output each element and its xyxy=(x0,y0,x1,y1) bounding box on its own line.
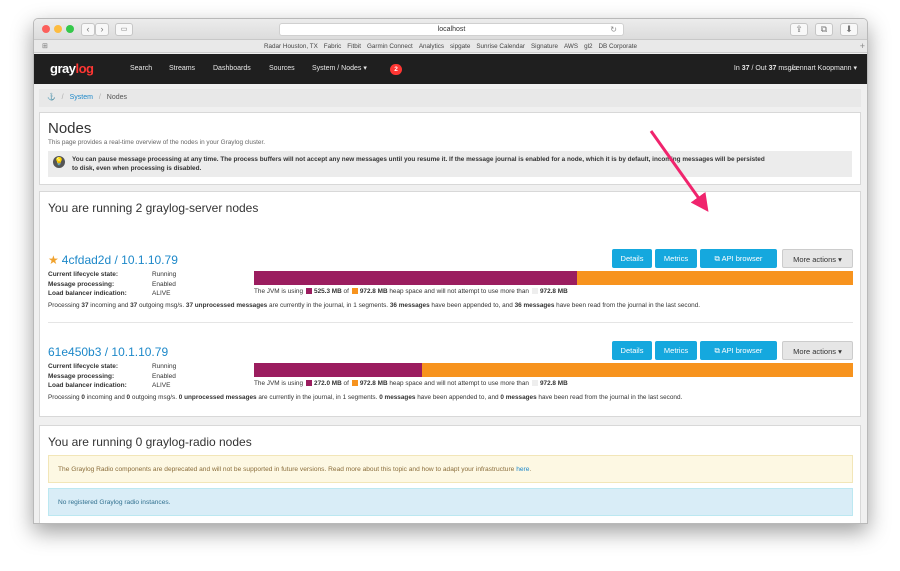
bookmark-item[interactable]: AWS xyxy=(564,43,578,50)
star-icon: ★ xyxy=(48,253,59,267)
server-nodes-title: You are running 2 graylog-server nodes xyxy=(48,201,259,215)
radio-nodes-title: You are running 0 graylog-radio nodes xyxy=(48,435,252,449)
used-swatch-icon xyxy=(306,380,313,387)
bookmark-item[interactable]: Sunrise Calendar xyxy=(476,43,525,50)
warning-link[interactable]: here xyxy=(516,466,529,473)
minimize-window-icon[interactable] xyxy=(54,25,62,33)
nav-sources[interactable]: Sources xyxy=(269,54,295,84)
heap-used-fill xyxy=(254,363,422,377)
bookmark-item[interactable]: Fabric xyxy=(324,43,342,50)
bookmark-item[interactable]: Analytics xyxy=(419,43,444,50)
heap-used-fill xyxy=(254,271,578,285)
node-divider xyxy=(48,322,853,323)
metrics-button[interactable]: Metrics xyxy=(655,249,697,268)
committed-swatch-icon xyxy=(351,288,358,295)
max-swatch-icon xyxy=(531,288,538,295)
heap-usage-bar xyxy=(254,271,853,285)
no-radio-info: No registered Graylog radio instances. xyxy=(48,488,853,516)
tabs-icon[interactable]: ⧉ xyxy=(815,23,833,36)
notification-badge[interactable]: 2 xyxy=(390,64,402,75)
graylog-logo[interactable]: graylog xyxy=(50,61,94,76)
top-navigation: graylog Search Streams Dashboards Source… xyxy=(34,54,867,84)
user-menu[interactable]: Lennart Koopmann ▾ xyxy=(792,54,857,84)
heap-usage-bar xyxy=(254,363,853,377)
page-description: This page provides a real-time overview … xyxy=(48,139,266,146)
heap-legend: The JVM is using 272.0 MB of 972.8 MB heap… xyxy=(254,380,568,387)
more-actions-button[interactable]: More actions ▾ xyxy=(782,249,853,268)
max-swatch-icon xyxy=(531,380,538,387)
sidebar-icon[interactable]: ▭ xyxy=(115,23,133,36)
node-title[interactable]: 61e450b3 / 10.1.10.79 xyxy=(48,345,168,359)
nav-streams[interactable]: Streams xyxy=(169,54,195,84)
lightbulb-icon: 💡 xyxy=(53,156,65,168)
page-title: Nodes xyxy=(48,120,92,137)
more-actions-button[interactable]: More actions ▾ xyxy=(782,341,853,360)
external-link-icon: ⧉ xyxy=(714,254,722,263)
server-nodes-section: You are running 2 graylog-server nodes ★… xyxy=(39,191,861,417)
add-tab-icon[interactable]: + xyxy=(860,41,865,52)
bookmarks-bar: ⊞ Radar Houston, TX Fabric Fitbit Garmin Co… xyxy=(34,40,867,53)
breadcrumb-system[interactable]: System xyxy=(70,94,93,101)
api-browser-button[interactable]: ⧉ API browser xyxy=(700,341,777,360)
share-icon[interactable]: ⇪ xyxy=(790,23,808,36)
breadcrumb: ⚓ / System / Nodes xyxy=(39,89,861,107)
back-icon[interactable]: ‹ xyxy=(81,23,95,36)
metrics-button[interactable]: Metrics xyxy=(655,341,697,360)
close-window-icon[interactable] xyxy=(42,25,50,33)
journal-stats: Processing 0 incoming and 0 outgoing msg… xyxy=(48,394,683,401)
node-title[interactable]: ★ 4cfdad2d / 10.1.10.79 xyxy=(48,253,178,267)
browser-window: ‹ › ▭ localhost ↻ ⇪ ⧉ ⬇ ⊞ Radar Houston,… xyxy=(33,18,868,524)
url-text: localhost xyxy=(437,26,466,33)
committed-swatch-icon xyxy=(351,380,358,387)
download-icon[interactable]: ⬇ xyxy=(840,23,858,36)
title-bar: ‹ › ▭ localhost ↻ ⇪ ⧉ ⬇ xyxy=(34,19,867,40)
forward-icon[interactable]: › xyxy=(95,23,109,36)
details-button[interactable]: Details xyxy=(612,341,652,360)
radio-nodes-section: You are running 0 graylog-radio nodes Th… xyxy=(39,425,861,523)
node-properties: Current lifecycle state: Running Message … xyxy=(48,363,177,389)
bookmark-item[interactable]: Radar Houston, TX xyxy=(264,43,318,50)
nav-dashboards[interactable]: Dashboards xyxy=(213,54,251,84)
bookmark-item[interactable]: sipgate xyxy=(450,43,470,50)
api-browser-button[interactable]: ⧉ API browser xyxy=(700,249,777,268)
bookmark-item[interactable]: gl2 xyxy=(584,43,592,50)
address-bar[interactable]: localhost ↻ xyxy=(279,23,624,36)
node-properties: Current lifecycle state: Running Message … xyxy=(48,271,177,297)
processing-notice: 💡 You can pause message processing at an… xyxy=(48,151,852,177)
deprecation-warning: The Graylog Radio components are depreca… xyxy=(48,455,853,483)
heap-legend: The JVM is using 525.3 MB of 972.8 MB heap… xyxy=(254,288,568,295)
page-header: Nodes This page provides a real-time ove… xyxy=(39,112,861,185)
bookmark-item[interactable]: Signature xyxy=(531,43,558,50)
bookmarks-list: Radar Houston, TX Fabric Fitbit Garmin Conn… xyxy=(34,40,867,53)
maximize-window-icon[interactable] xyxy=(66,25,74,33)
external-link-icon: ⧉ xyxy=(714,346,722,355)
nav-search[interactable]: Search xyxy=(130,54,152,84)
details-button[interactable]: Details xyxy=(612,249,652,268)
used-swatch-icon xyxy=(306,288,313,295)
reload-icon[interactable]: ↻ xyxy=(610,24,617,36)
nav-system-nodes[interactable]: System / Nodes ▾ xyxy=(312,54,367,84)
home-icon[interactable]: ⚓ xyxy=(47,94,56,101)
breadcrumb-current: Nodes xyxy=(106,94,128,101)
throughput-indicator: In 37 / Out 37 msg/s xyxy=(733,65,797,72)
bookmark-item[interactable]: Garmin Connect xyxy=(367,43,413,50)
bookmark-item[interactable]: DB Corporate xyxy=(598,43,637,50)
journal-stats: Processing 37 incoming and 37 outgoing m… xyxy=(48,302,701,309)
bookmark-item[interactable]: Fitbit xyxy=(347,43,361,50)
